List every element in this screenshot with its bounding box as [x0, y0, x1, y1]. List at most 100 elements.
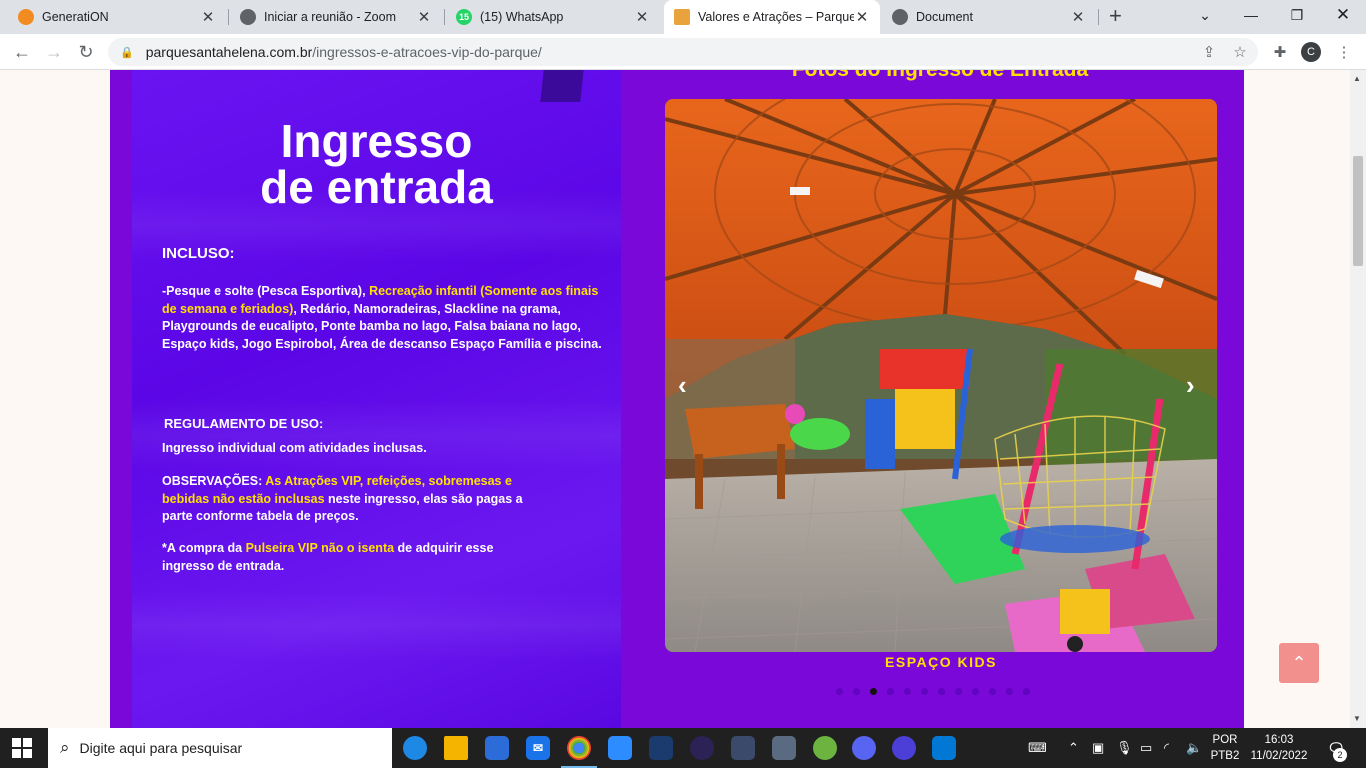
tab-separator [444, 9, 445, 25]
poster-fold-decoration [540, 70, 584, 102]
keyboard-icon[interactable]: ⌨ [1028, 740, 1047, 756]
carousel-dot[interactable] [836, 688, 843, 695]
carousel-dot[interactable] [972, 688, 979, 695]
close-tab-icon[interactable]: ✕ [1070, 8, 1086, 26]
address-bar[interactable]: 🔒 parquesantahelena.com.br/ingressos-e-a… [108, 38, 1258, 66]
microsoft-store-icon[interactable] [485, 736, 509, 760]
new-tab-button[interactable]: + [1109, 3, 1122, 29]
scroll-up-arrow-icon[interactable]: ▲ [1353, 74, 1361, 83]
tab-title: GeneratiON [42, 10, 109, 24]
battery-icon[interactable]: ▭ [1140, 740, 1152, 756]
spring-tools-icon[interactable] [813, 736, 837, 760]
url-domain: parquesantahelena.com.br [145, 44, 313, 60]
notification-count-badge: 2 [1333, 748, 1347, 762]
carousel-dot[interactable] [955, 688, 962, 695]
generation-favicon-icon [18, 9, 34, 25]
carousel-dot[interactable] [989, 688, 996, 695]
clock-time: 16:03 [1264, 734, 1294, 746]
profile-avatar[interactable]: C [1301, 42, 1321, 62]
discord-icon[interactable] [852, 736, 876, 760]
tab-whatsapp[interactable]: 15 (15) WhatsApp ✕ [446, 0, 660, 34]
carousel-dot[interactable] [887, 688, 894, 695]
chevron-left-icon[interactable]: ‹ [678, 370, 687, 401]
git-icon[interactable] [731, 736, 755, 760]
tab-zoom[interactable]: Iniciar a reunião - Zoom ✕ [230, 0, 442, 34]
tab-separator [1098, 9, 1099, 25]
poster-sheen [132, 400, 621, 470]
carousel-slide-image[interactable] [665, 99, 1217, 652]
close-tab-icon[interactable]: ✕ [854, 8, 870, 26]
carousel-dot[interactable] [921, 688, 928, 695]
close-tab-icon[interactable]: ✕ [634, 8, 650, 26]
edge-icon[interactable] [403, 736, 427, 760]
taskbar-search-input[interactable]: ⌕ Digite aqui para pesquisar [48, 728, 392, 768]
close-tab-icon[interactable]: ✕ [200, 8, 216, 26]
restore-button[interactable]: ❐ [1274, 0, 1320, 30]
volume-icon[interactable]: 🔈 [1186, 740, 1202, 756]
forward-button[interactable]: → [42, 40, 66, 64]
observations-text: OBSERVAÇÕES: As Atrações VIP, refeições,… [162, 473, 532, 526]
paint-icon[interactable] [772, 736, 796, 760]
note-highlight: Pulseira VIP [245, 541, 318, 555]
mysql-workbench-icon[interactable] [649, 736, 673, 760]
postman-icon[interactable] [892, 736, 916, 760]
tab-title: Iniciar a reunião - Zoom [264, 10, 397, 24]
carousel-dot[interactable] [853, 688, 860, 695]
url-path: /ingressos-e-atracoes-vip-do-parque/ [312, 44, 542, 60]
back-to-top-button[interactable]: ⌃ [1279, 643, 1319, 683]
wifi-icon[interactable]: ◜ [1164, 740, 1169, 756]
language-indicator[interactable]: POR PTB2 [1208, 732, 1242, 764]
mail-icon[interactable]: ✉ [526, 736, 550, 760]
tab-generation[interactable]: GeneratiON ✕ [8, 0, 226, 34]
windows-start-icon[interactable] [12, 738, 32, 758]
included-highlight: Recreação infantil [369, 284, 477, 298]
chevron-up-tray-icon[interactable]: ⌃ [1068, 740, 1079, 756]
espaco-kids-photo [665, 99, 1217, 652]
extensions-puzzle-icon[interactable]: ✚ [1269, 41, 1291, 63]
carousel-dot-active[interactable] [870, 688, 877, 695]
tab-parque-santa-helena[interactable]: Valores e Atrações – Parque S ✕ [664, 0, 880, 34]
search-placeholder: Digite aqui para pesquisar [79, 740, 243, 756]
included-text: -Pesque e solte (Pesca Esportiva), Recre… [162, 283, 602, 353]
vip-note-text: *A compra da Pulseira VIP não o isenta d… [162, 540, 542, 575]
browser-toolbar: ← → ↻ 🔒 parquesantahelena.com.br/ingress… [0, 34, 1366, 70]
microphone-icon[interactable]: 🎙 [1116, 740, 1133, 756]
page-viewport: Ingresso de entrada INCLUSO: -Pesque e s… [0, 70, 1350, 728]
zoom-icon[interactable] [608, 736, 632, 760]
eclipse-icon[interactable] [690, 736, 714, 760]
carousel-dot[interactable] [904, 688, 911, 695]
scrollbar-thumb[interactable] [1353, 156, 1363, 266]
tab-document[interactable]: Document ✕ [882, 0, 1096, 34]
carousel-dot[interactable] [1006, 688, 1013, 695]
page-scrollbar[interactable]: ▲ ▼ [1350, 70, 1366, 728]
back-button[interactable]: ← [10, 40, 34, 64]
chevron-right-icon[interactable]: › [1186, 370, 1195, 401]
carousel-dot[interactable] [1023, 688, 1030, 695]
file-explorer-icon[interactable] [444, 736, 468, 760]
scroll-down-arrow-icon[interactable]: ▼ [1353, 714, 1361, 723]
close-tab-icon[interactable]: ✕ [416, 8, 432, 26]
tab-title: Document [916, 10, 973, 24]
system-clock[interactable]: 16:03 11/02/2022 [1244, 732, 1314, 764]
chrome-icon[interactable] [561, 736, 597, 768]
windows-taskbar: ⌕ Digite aqui para pesquisar ✉ ⌨ ⌃ ▣ 🎙 ▭… [0, 728, 1366, 768]
menu-kebab-icon[interactable]: ⋮ [1333, 41, 1355, 63]
included-text-part: -Pesque e solte [162, 284, 258, 298]
bookmark-star-icon[interactable]: ☆ [1229, 41, 1251, 63]
share-icon[interactable]: ⇪ [1198, 41, 1220, 63]
photos-title: Fotos do Ingresso de Entrada [620, 70, 1260, 82]
carousel-dot[interactable] [938, 688, 945, 695]
language-line1: POR [1212, 734, 1238, 746]
close-window-button[interactable]: ✕ [1320, 0, 1366, 30]
tab-search-icon[interactable]: ⌄ [1182, 0, 1228, 30]
ticket-poster-image: Ingresso de entrada INCLUSO: -Pesque e s… [132, 70, 621, 728]
lock-icon: 🔒 [120, 46, 134, 59]
carousel-dots [836, 688, 1030, 695]
poster-sheen [132, 590, 621, 660]
meet-now-icon[interactable]: ▣ [1092, 740, 1104, 756]
included-text-part: (Pesca Esportiva) [257, 284, 363, 298]
vscode-icon[interactable] [932, 736, 956, 760]
reload-button[interactable]: ↻ [74, 40, 98, 64]
note-highlight: não o isenta [321, 541, 395, 555]
minimize-button[interactable]: — [1228, 0, 1274, 30]
